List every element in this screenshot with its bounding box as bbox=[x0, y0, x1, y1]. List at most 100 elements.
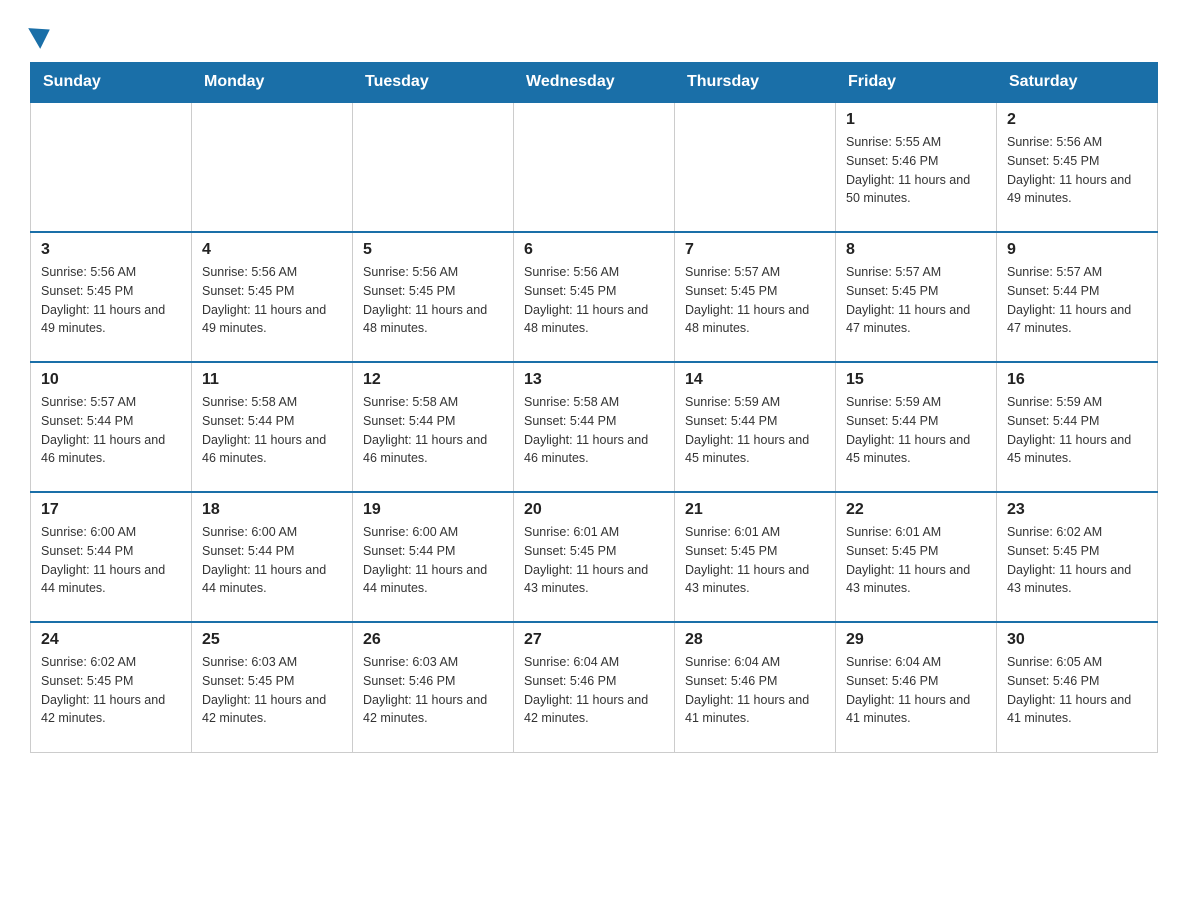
day-number: 8 bbox=[846, 241, 986, 259]
calendar-cell: 10Sunrise: 5:57 AMSunset: 5:44 PMDayligh… bbox=[31, 362, 192, 492]
calendar-week-row: 1 Sunrise: 5:55 AMSunset: 5:46 PMDaylight… bbox=[31, 102, 1158, 232]
calendar-cell: 18 Sunrise: 6:00 AMSunset: 5:44 PMDayligh… bbox=[192, 492, 353, 622]
day-info: Sunrise: 5:58 AMSunset: 5:44 PMDaylight:… bbox=[202, 393, 342, 468]
calendar-cell: 26 Sunrise: 6:03 AMSunset: 5:46 PMDayligh… bbox=[353, 622, 514, 752]
calendar-cell: 12 Sunrise: 5:58 AMSunset: 5:44 PMDayligh… bbox=[353, 362, 514, 492]
calendar-cell bbox=[353, 102, 514, 232]
day-number: 9 bbox=[1007, 241, 1147, 259]
calendar-cell: 4 Sunrise: 5:56 AMSunset: 5:45 PMDaylight… bbox=[192, 232, 353, 362]
day-number: 18 bbox=[202, 501, 342, 519]
day-info: Sunrise: 6:02 AMSunset: 5:45 PMDaylight:… bbox=[41, 653, 181, 728]
day-info: Sunrise: 6:03 AMSunset: 5:45 PMDaylight:… bbox=[202, 653, 342, 728]
day-info: Sunrise: 6:03 AMSunset: 5:46 PMDaylight:… bbox=[363, 653, 503, 728]
calendar-cell: 7 Sunrise: 5:57 AMSunset: 5:45 PMDaylight… bbox=[675, 232, 836, 362]
day-info: Sunrise: 5:56 AMSunset: 5:45 PMDaylight:… bbox=[363, 263, 503, 338]
day-info: Sunrise: 6:00 AMSunset: 5:44 PMDaylight:… bbox=[363, 523, 503, 598]
day-info: Sunrise: 6:05 AMSunset: 5:46 PMDaylight:… bbox=[1007, 653, 1147, 728]
day-info: Sunrise: 5:55 AMSunset: 5:46 PMDaylight:… bbox=[846, 133, 986, 208]
day-info: Sunrise: 5:58 AMSunset: 5:44 PMDaylight:… bbox=[363, 393, 503, 468]
calendar-cell: 19 Sunrise: 6:00 AMSunset: 5:44 PMDayligh… bbox=[353, 492, 514, 622]
day-info: Sunrise: 5:57 AMSunset: 5:44 PMDaylight:… bbox=[1007, 263, 1147, 338]
weekday-header-saturday: Saturday bbox=[997, 63, 1158, 103]
day-info: Sunrise: 5:56 AMSunset: 5:45 PMDaylight:… bbox=[202, 263, 342, 338]
day-info: Sunrise: 6:01 AMSunset: 5:45 PMDaylight:… bbox=[685, 523, 825, 598]
day-number: 2 bbox=[1007, 111, 1147, 129]
day-number: 27 bbox=[524, 631, 664, 649]
day-number: 4 bbox=[202, 241, 342, 259]
calendar-cell: 21 Sunrise: 6:01 AMSunset: 5:45 PMDayligh… bbox=[675, 492, 836, 622]
day-number: 13 bbox=[524, 371, 664, 389]
calendar-week-row: 17 Sunrise: 6:00 AMSunset: 5:44 PMDayligh… bbox=[31, 492, 1158, 622]
day-info: Sunrise: 5:59 AMSunset: 5:44 PMDaylight:… bbox=[846, 393, 986, 468]
calendar-cell: 9 Sunrise: 5:57 AMSunset: 5:44 PMDaylight… bbox=[997, 232, 1158, 362]
calendar-cell: 24 Sunrise: 6:02 AMSunset: 5:45 PMDayligh… bbox=[31, 622, 192, 752]
day-number: 7 bbox=[685, 241, 825, 259]
day-number: 30 bbox=[1007, 631, 1147, 649]
day-info: Sunrise: 6:02 AMSunset: 5:45 PMDaylight:… bbox=[1007, 523, 1147, 598]
day-number: 15 bbox=[846, 371, 986, 389]
day-number: 10 bbox=[41, 371, 181, 389]
calendar-cell: 6 Sunrise: 5:56 AMSunset: 5:45 PMDaylight… bbox=[514, 232, 675, 362]
calendar-cell: 20Sunrise: 6:01 AMSunset: 5:45 PMDayligh… bbox=[514, 492, 675, 622]
day-number: 3 bbox=[41, 241, 181, 259]
calendar-cell: 3 Sunrise: 5:56 AMSunset: 5:45 PMDaylight… bbox=[31, 232, 192, 362]
calendar-cell: 16 Sunrise: 5:59 AMSunset: 5:44 PMDayligh… bbox=[997, 362, 1158, 492]
day-info: Sunrise: 5:56 AMSunset: 5:45 PMDaylight:… bbox=[41, 263, 181, 338]
calendar-cell bbox=[514, 102, 675, 232]
day-number: 21 bbox=[685, 501, 825, 519]
calendar-cell: 5 Sunrise: 5:56 AMSunset: 5:45 PMDaylight… bbox=[353, 232, 514, 362]
day-info: Sunrise: 6:04 AMSunset: 5:46 PMDaylight:… bbox=[524, 653, 664, 728]
day-number: 1 bbox=[846, 111, 986, 129]
day-number: 25 bbox=[202, 631, 342, 649]
day-number: 24 bbox=[41, 631, 181, 649]
logo bbox=[30, 20, 51, 44]
day-number: 16 bbox=[1007, 371, 1147, 389]
day-info: Sunrise: 5:59 AMSunset: 5:44 PMDaylight:… bbox=[685, 393, 825, 468]
day-number: 29 bbox=[846, 631, 986, 649]
day-number: 5 bbox=[363, 241, 503, 259]
calendar-cell: 8Sunrise: 5:57 AMSunset: 5:45 PMDaylight… bbox=[836, 232, 997, 362]
calendar-cell bbox=[31, 102, 192, 232]
calendar-cell: 11 Sunrise: 5:58 AMSunset: 5:44 PMDayligh… bbox=[192, 362, 353, 492]
day-number: 26 bbox=[363, 631, 503, 649]
calendar-cell: 13 Sunrise: 5:58 AMSunset: 5:44 PMDayligh… bbox=[514, 362, 675, 492]
calendar-cell bbox=[675, 102, 836, 232]
day-number: 22 bbox=[846, 501, 986, 519]
calendar-cell: 2Sunrise: 5:56 AMSunset: 5:45 PMDaylight… bbox=[997, 102, 1158, 232]
calendar-cell: 27 Sunrise: 6:04 AMSunset: 5:46 PMDayligh… bbox=[514, 622, 675, 752]
day-number: 6 bbox=[524, 241, 664, 259]
calendar-cell: 29 Sunrise: 6:04 AMSunset: 5:46 PMDayligh… bbox=[836, 622, 997, 752]
day-info: Sunrise: 5:59 AMSunset: 5:44 PMDaylight:… bbox=[1007, 393, 1147, 468]
day-info: Sunrise: 5:57 AMSunset: 5:45 PMDaylight:… bbox=[685, 263, 825, 338]
calendar-cell: 30 Sunrise: 6:05 AMSunset: 5:46 PMDayligh… bbox=[997, 622, 1158, 752]
calendar-cell: 22 Sunrise: 6:01 AMSunset: 5:45 PMDayligh… bbox=[836, 492, 997, 622]
weekday-header-tuesday: Tuesday bbox=[353, 63, 514, 103]
day-info: Sunrise: 6:01 AMSunset: 5:45 PMDaylight:… bbox=[846, 523, 986, 598]
logo-arrow-icon bbox=[28, 19, 56, 49]
calendar-cell: 1 Sunrise: 5:55 AMSunset: 5:46 PMDaylight… bbox=[836, 102, 997, 232]
day-info: Sunrise: 6:00 AMSunset: 5:44 PMDaylight:… bbox=[202, 523, 342, 598]
calendar-table: SundayMondayTuesdayWednesdayThursdayFrid… bbox=[30, 62, 1158, 753]
day-info: Sunrise: 6:04 AMSunset: 5:46 PMDaylight:… bbox=[846, 653, 986, 728]
day-number: 17 bbox=[41, 501, 181, 519]
weekday-header-sunday: Sunday bbox=[31, 63, 192, 103]
day-info: Sunrise: 6:04 AMSunset: 5:46 PMDaylight:… bbox=[685, 653, 825, 728]
calendar-cell bbox=[192, 102, 353, 232]
calendar-cell: 14 Sunrise: 5:59 AMSunset: 5:44 PMDayligh… bbox=[675, 362, 836, 492]
day-info: Sunrise: 5:56 AMSunset: 5:45 PMDaylight:… bbox=[524, 263, 664, 338]
day-info: Sunrise: 6:00 AMSunset: 5:44 PMDaylight:… bbox=[41, 523, 181, 598]
day-number: 12 bbox=[363, 371, 503, 389]
day-info: Sunrise: 5:58 AMSunset: 5:44 PMDaylight:… bbox=[524, 393, 664, 468]
day-number: 28 bbox=[685, 631, 825, 649]
calendar-cell: 15 Sunrise: 5:59 AMSunset: 5:44 PMDayligh… bbox=[836, 362, 997, 492]
day-number: 19 bbox=[363, 501, 503, 519]
weekday-header-wednesday: Wednesday bbox=[514, 63, 675, 103]
calendar-cell: 23Sunrise: 6:02 AMSunset: 5:45 PMDayligh… bbox=[997, 492, 1158, 622]
weekday-header-monday: Monday bbox=[192, 63, 353, 103]
page-header bbox=[30, 20, 1158, 44]
calendar-cell: 17 Sunrise: 6:00 AMSunset: 5:44 PMDayligh… bbox=[31, 492, 192, 622]
day-number: 11 bbox=[202, 371, 342, 389]
day-number: 20 bbox=[524, 501, 664, 519]
weekday-header-thursday: Thursday bbox=[675, 63, 836, 103]
day-number: 14 bbox=[685, 371, 825, 389]
